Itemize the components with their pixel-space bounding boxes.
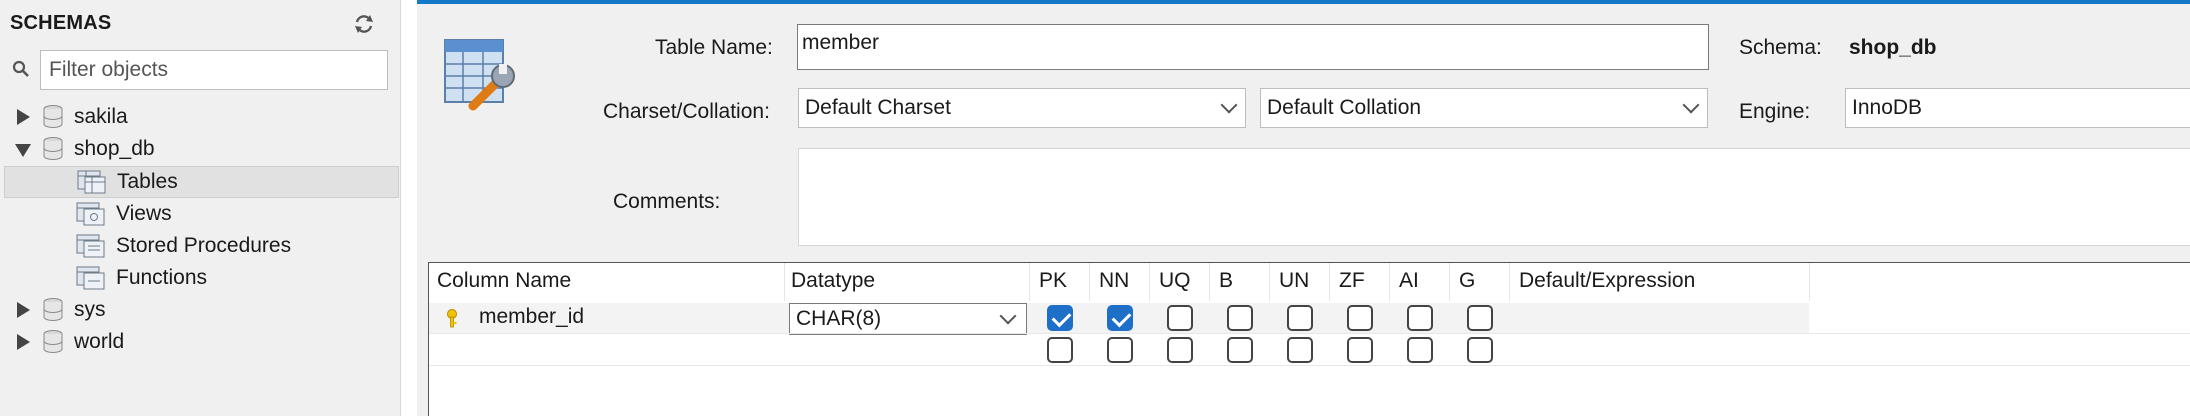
tables-folder-icon: [77, 170, 106, 194]
header-un[interactable]: UN: [1279, 269, 1309, 299]
schema-label: shop_db: [74, 137, 155, 160]
tree-item-stored-procedures[interactable]: Stored Procedures: [76, 230, 291, 262]
g-checkbox[interactable]: [1467, 337, 1493, 363]
uq-checkbox[interactable]: [1167, 337, 1193, 363]
header-ai[interactable]: AI: [1399, 269, 1419, 299]
zf-checkbox[interactable]: [1347, 305, 1373, 331]
collapse-arrow-icon[interactable]: [14, 140, 32, 158]
table-editor-icon: [444, 39, 515, 111]
functions-folder-icon: [76, 266, 105, 290]
chevron-down-icon: [1220, 96, 1238, 114]
refresh-icon[interactable]: [352, 12, 376, 36]
header-default-expression[interactable]: Default/Expression: [1519, 269, 1695, 299]
search-icon: [12, 60, 29, 77]
database-icon: [43, 330, 63, 353]
row-divider: [429, 333, 2190, 334]
schema-item-world[interactable]: world: [14, 326, 124, 358]
g-checkbox[interactable]: [1467, 305, 1493, 331]
charset-collation-label: Charset/Collation:: [603, 100, 770, 123]
comments-textarea[interactable]: [798, 148, 2190, 246]
header-g[interactable]: G: [1459, 269, 1475, 299]
column-separator: [1809, 263, 1810, 301]
column-separator: [784, 263, 785, 301]
tree-item-functions[interactable]: Functions: [76, 262, 207, 294]
database-icon: [43, 298, 63, 321]
schema-item-sakila[interactable]: sakila: [14, 101, 128, 133]
views-folder-icon: [76, 202, 105, 226]
collation-select[interactable]: Default Collation: [1260, 88, 1708, 128]
chevron-down-icon: [1682, 96, 1700, 114]
schema-label: Schema:: [1739, 36, 1822, 59]
columns-grid: Column Name Datatype PK NN UQ B UN ZF AI…: [428, 262, 2190, 416]
ai-checkbox[interactable]: [1407, 337, 1433, 363]
schemas-title: SCHEMAS: [10, 12, 112, 34]
schema-item-shop-db[interactable]: shop_db: [14, 133, 155, 165]
column-separator: [1509, 263, 1510, 301]
database-icon: [43, 105, 63, 128]
header-uq[interactable]: UQ: [1159, 269, 1191, 299]
active-tab-accent: [417, 0, 2190, 4]
collation-value: Default Collation: [1267, 96, 1422, 119]
b-checkbox[interactable]: [1227, 337, 1253, 363]
column-separator: [1389, 263, 1390, 301]
tree-item-tables[interactable]: Tables: [4, 166, 399, 198]
expand-arrow-icon[interactable]: [14, 108, 32, 126]
engine-value: InnoDB: [1852, 96, 1923, 119]
stored-procedures-folder-icon: [76, 234, 105, 258]
header-column-name[interactable]: Column Name: [437, 269, 571, 299]
charset-select[interactable]: Default Charset: [798, 88, 1246, 128]
nn-checkbox[interactable]: [1107, 337, 1133, 363]
schemas-panel: SCHEMAS sakila shop_db: [0, 0, 401, 416]
tree-item-views[interactable]: Views: [76, 198, 172, 230]
uq-checkbox[interactable]: [1167, 305, 1193, 331]
tree-label: Views: [116, 202, 172, 225]
header-datatype[interactable]: Datatype: [791, 269, 875, 299]
schema-label: world: [74, 330, 125, 353]
filter-objects-input[interactable]: [40, 50, 388, 90]
pk-checkbox[interactable]: [1047, 305, 1073, 331]
row-divider: [429, 365, 2190, 366]
database-icon: [43, 137, 63, 160]
schema-item-sys[interactable]: sys: [14, 294, 106, 326]
engine-select[interactable]: InnoDB: [1845, 88, 2190, 128]
engine-label: Engine:: [1739, 100, 1811, 123]
expand-arrow-icon[interactable]: [14, 333, 32, 351]
charset-value: Default Charset: [805, 96, 951, 119]
un-checkbox[interactable]: [1287, 337, 1313, 363]
comments-label: Comments:: [613, 190, 721, 213]
header-b[interactable]: B: [1219, 269, 1233, 299]
table-name-input[interactable]: member: [797, 24, 1709, 70]
column-separator: [1149, 263, 1150, 301]
column-separator: [1209, 263, 1210, 301]
tree-label: Tables: [117, 170, 178, 193]
nn-checkbox[interactable]: [1107, 305, 1133, 331]
expand-arrow-icon[interactable]: [14, 301, 32, 319]
pk-checkbox[interactable]: [1047, 337, 1073, 363]
zf-checkbox[interactable]: [1347, 337, 1373, 363]
column-separator: [1029, 263, 1030, 301]
datatype-select[interactable]: CHAR(8): [789, 303, 1027, 335]
table-name-label: Table Name:: [655, 36, 773, 59]
column-separator: [1449, 263, 1450, 301]
b-checkbox[interactable]: [1227, 305, 1253, 331]
header-zf[interactable]: ZF: [1339, 269, 1365, 299]
schema-value: shop_db: [1849, 36, 1937, 59]
tree-label: Stored Procedures: [116, 234, 292, 257]
column-separator: [1269, 263, 1270, 301]
chevron-down-icon: [999, 307, 1017, 325]
tree-label: Functions: [116, 266, 208, 289]
header-pk[interactable]: PK: [1039, 269, 1067, 299]
primary-key-icon: [447, 309, 457, 328]
datatype-value: CHAR(8): [796, 307, 882, 330]
un-checkbox[interactable]: [1287, 305, 1313, 331]
schema-label: sakila: [74, 105, 128, 128]
ai-checkbox[interactable]: [1407, 305, 1433, 331]
column-separator: [1089, 263, 1090, 301]
column-separator: [1329, 263, 1330, 301]
schema-label: sys: [74, 298, 106, 321]
column-name-cell[interactable]: member_id: [479, 305, 584, 329]
header-nn[interactable]: NN: [1099, 269, 1129, 299]
